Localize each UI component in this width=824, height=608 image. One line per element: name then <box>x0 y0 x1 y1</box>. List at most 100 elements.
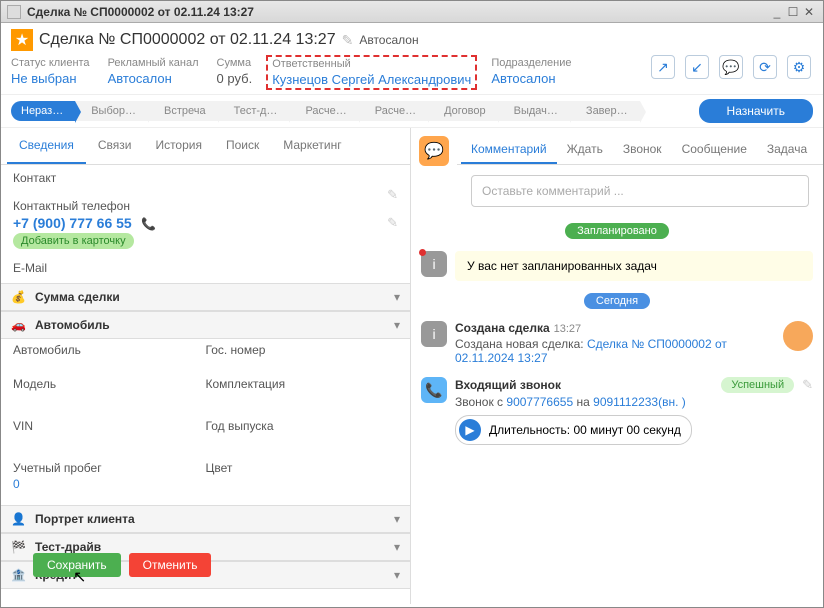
group-sum[interactable]: 💰Сумма сделки▾ <box>1 283 410 311</box>
group-auto[interactable]: 🚗Автомобиль▾ <box>1 311 410 339</box>
color-label: Цвет <box>206 461 399 475</box>
right-tabs: Комментарий Ждать Звонок Сообщение Задач… <box>457 136 823 165</box>
info-icon: i <box>421 321 447 347</box>
phone-in-icon: 📞 <box>421 377 447 403</box>
email-label: E-Mail <box>13 261 398 275</box>
mileage-value[interactable]: 0 <box>13 477 206 491</box>
stage-item[interactable]: Выбор… <box>75 101 148 121</box>
responsible-value[interactable]: Кузнецов Сергей Александрович <box>272 72 471 87</box>
call-from-number[interactable]: 9007776655 <box>506 395 573 409</box>
tab-history[interactable]: История <box>143 128 214 164</box>
stage-bar: Нераз… Выбор… Встреча Тест-д… Расче… Рас… <box>1 95 823 128</box>
right-panel: 💬 Комментарий Ждать Звонок Сообщение Зад… <box>411 128 823 604</box>
responsible-label: Ответственный <box>272 58 471 70</box>
stage-item[interactable]: Нераз… <box>11 101 75 121</box>
car-icon: 🚗 <box>11 318 29 332</box>
mileage-label: Учетный пробег <box>13 461 206 475</box>
reg-label: Гос. номер <box>206 343 399 357</box>
window-title: Сделка № СП0000002 от 02.11.24 13:27 <box>27 5 769 19</box>
call-duration-row: ▶ Длительность: 00 минут 00 секунд <box>455 415 692 445</box>
rtab-wait[interactable]: Ждать <box>557 136 613 164</box>
deal-header: ★ Сделка № СП0000002 от 02.11.24 13:27 ✎… <box>1 23 823 55</box>
rtab-message[interactable]: Сообщение <box>672 136 757 164</box>
tab-search[interactable]: Поиск <box>214 128 271 164</box>
vin-label: VIN <box>13 419 206 433</box>
user-avatar[interactable] <box>783 321 813 351</box>
call-in-icon[interactable]: ↙ <box>685 55 709 79</box>
sum-value: 0 руб. <box>217 71 253 86</box>
call-status-badge: Успешный <box>721 377 794 393</box>
dept-value[interactable]: Автосалон <box>491 71 571 86</box>
settings-icon[interactable]: ⚙ <box>787 55 811 79</box>
feed-created-title: Создана сделка <box>455 321 550 335</box>
edit-title-icon[interactable]: ✎ <box>342 32 354 49</box>
call-out-icon[interactable]: ↗ <box>651 55 675 79</box>
call-phone-icon[interactable]: 📞 <box>141 217 156 231</box>
app-window: Сделка № СП0000002 от 02.11.24 13:27 _ ☐… <box>0 0 824 608</box>
config-label: Комплектация <box>206 377 399 391</box>
phone-label: Контактный телефон <box>13 199 398 213</box>
chevron-down-icon: ▾ <box>394 318 400 332</box>
chevron-down-icon: ▾ <box>394 290 400 304</box>
stage-item[interactable]: Договор <box>428 101 498 121</box>
deal-title: Сделка № СП0000002 от 02.11.24 13:27 <box>39 31 336 49</box>
minimize-button[interactable]: _ <box>769 5 785 19</box>
toolbar-icons: ↗ ↙ 💬 ⟳ ⚙ <box>651 55 811 79</box>
play-button[interactable]: ▶ <box>459 419 481 441</box>
rtab-call[interactable]: Звонок <box>613 136 672 164</box>
feed-created-time: 13:27 <box>554 323 582 335</box>
channel-label: Рекламный канал <box>108 57 199 69</box>
alert-dot <box>419 249 426 256</box>
status-label: Статус клиента <box>11 57 90 69</box>
chevron-down-icon: ▾ <box>394 540 400 554</box>
tab-marketing[interactable]: Маркетинг <box>271 128 353 164</box>
steering-icon: 🏁 <box>11 540 29 554</box>
planned-badge: Запланировано <box>565 223 669 239</box>
dept-label: Подразделение <box>491 57 571 69</box>
chat-bubble-icon[interactable]: 💬 <box>419 136 449 166</box>
comment-input[interactable]: Оставьте комментарий ... <box>471 175 809 207</box>
titlebar: Сделка № СП0000002 от 02.11.24 13:27 _ ☐… <box>1 1 823 23</box>
bank-icon: 🏦 <box>11 568 29 582</box>
edit-phone-icon[interactable]: ✎ <box>387 215 398 231</box>
status-value[interactable]: Не выбран <box>11 71 90 86</box>
message-icon[interactable]: 💬 <box>719 55 743 79</box>
cancel-button[interactable]: Отменить <box>129 553 212 577</box>
app-icon <box>7 5 21 19</box>
model-label: Модель <box>13 377 206 391</box>
no-tasks-message: У вас нет запланированных задач <box>455 251 813 281</box>
group-portrait[interactable]: 👤Портрет клиента▾ <box>1 505 410 533</box>
tab-info[interactable]: Сведения <box>7 128 86 164</box>
stage-item[interactable]: Встреча <box>148 101 218 121</box>
stage-item[interactable]: Выдач… <box>498 101 570 121</box>
assign-button[interactable]: Назначить <box>699 99 813 123</box>
favorite-star-icon[interactable]: ★ <box>11 29 33 51</box>
rtab-task[interactable]: Задача <box>757 136 817 164</box>
contact-label: Контакт <box>13 171 398 185</box>
deal-category: Автосалон <box>359 33 418 47</box>
feed-created-text: Создана новая сделка: <box>455 337 584 351</box>
mouse-cursor: ↖ <box>73 567 86 587</box>
add-to-card-button[interactable]: Добавить в карточку <box>13 233 134 249</box>
edit-feed-icon[interactable]: ✎ <box>802 377 813 445</box>
edit-contact-icon[interactable]: ✎ <box>387 187 398 203</box>
rtab-comment[interactable]: Комментарий <box>461 136 557 164</box>
responsible-highlighted: Ответственный Кузнецов Сергей Александров… <box>266 55 477 90</box>
refresh-icon[interactable]: ⟳ <box>753 55 777 79</box>
stage-item[interactable]: Тест-д… <box>218 101 290 121</box>
tab-links[interactable]: Связи <box>86 128 144 164</box>
maximize-button[interactable]: ☐ <box>785 5 801 19</box>
info-icon: i <box>421 251 447 277</box>
stage-item[interactable]: Расче… <box>359 101 428 121</box>
sum-label: Сумма <box>217 57 253 69</box>
chevron-down-icon: ▾ <box>394 512 400 526</box>
money-icon: 💰 <box>11 290 29 304</box>
phone-value[interactable]: +7 (900) 777 66 55 <box>13 215 132 231</box>
year-label: Год выпуска <box>206 419 399 433</box>
call-to-number[interactable]: 9091112233(вн. ) <box>593 395 686 409</box>
stage-item[interactable]: Завер… <box>570 101 640 121</box>
stage-item[interactable]: Расче… <box>289 101 358 121</box>
footer-buttons: Сохранить Отменить <box>33 553 211 577</box>
channel-value[interactable]: Автосалон <box>108 71 199 86</box>
close-button[interactable]: ✕ <box>801 5 817 19</box>
